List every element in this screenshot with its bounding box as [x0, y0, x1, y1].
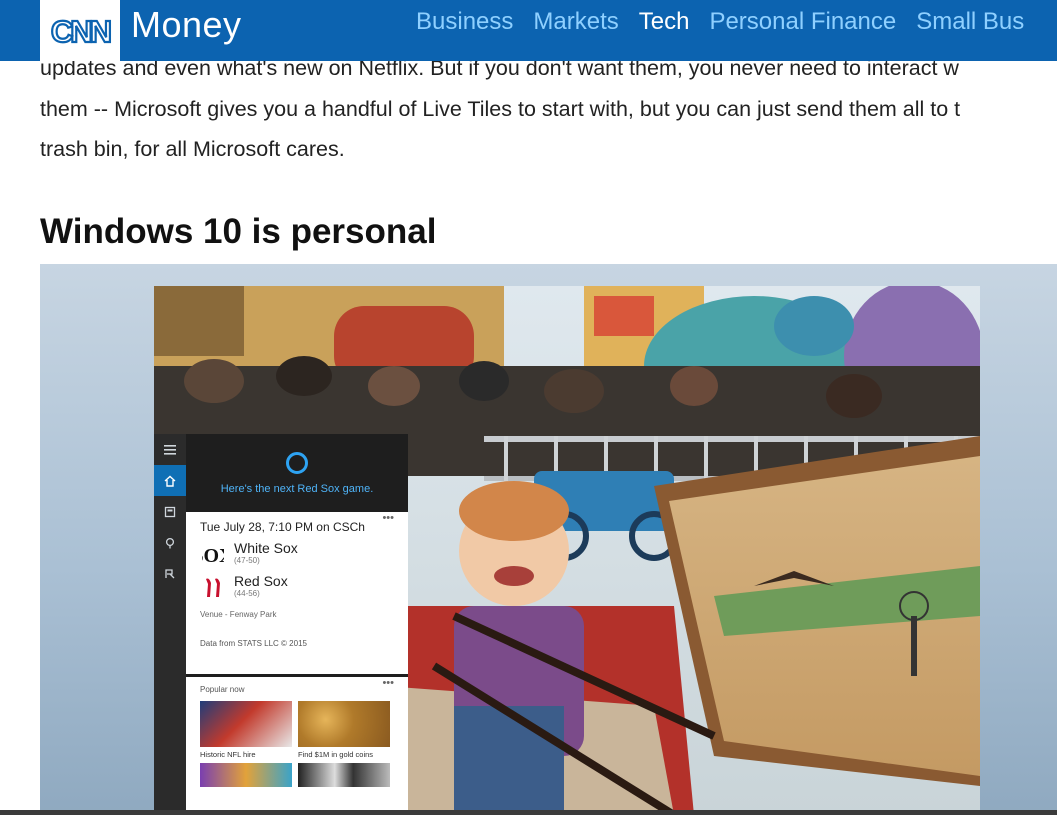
news-tile[interactable]: Find $1M in gold coins [298, 701, 390, 787]
hamburger-icon[interactable] [154, 434, 186, 465]
news-thumbnail [298, 763, 390, 787]
white-sox-logo-icon: SOX [200, 540, 226, 570]
news-caption: Historic NFL hire [200, 750, 256, 759]
paragraph-line: trash bin, for all Microsoft cares. [40, 137, 345, 161]
team-record: (44-56) [234, 589, 260, 598]
site-header: CNN Money Business Markets Tech Personal… [0, 0, 1057, 61]
cnn-logo-mark: CNN [50, 13, 113, 49]
data-credit: Data from STATS LLC © 2015 [200, 639, 307, 648]
cortana-header: Here's the next Red Sox game. [186, 434, 408, 512]
nav-tech[interactable]: Tech [639, 8, 690, 36]
team-logo-text: B [212, 592, 214, 594]
red-sox-logo-icon: B [200, 573, 226, 603]
team-row: B Red Sox (44-56) [200, 573, 398, 603]
cortana-content: Here's the next Red Sox game. ••• Tue Ju… [186, 434, 408, 815]
article-image: Here's the next Red Sox game. ••• Tue Ju… [40, 264, 1057, 815]
cortana-ring-icon [286, 451, 308, 474]
cortana-prompt: Here's the next Red Sox game. [220, 482, 374, 495]
nav-business[interactable]: Business [416, 8, 513, 36]
brand-name[interactable]: Money [131, 4, 242, 46]
home-icon[interactable] [154, 465, 186, 496]
cnn-logo[interactable]: CNN [40, 0, 120, 61]
team-logo-text: SOX [202, 545, 224, 567]
notebook-icon[interactable] [154, 496, 186, 527]
news-thumbnail [200, 701, 292, 747]
team-row: SOX White Sox (47-50) [200, 540, 398, 570]
bottom-divider [0, 810, 1057, 815]
cortana-panel: Here's the next Red Sox game. ••• Tue Ju… [154, 434, 408, 815]
team-name: Red Sox [234, 573, 288, 589]
cnn-logo-text: CNN [51, 14, 111, 49]
feedback-icon[interactable] [154, 558, 186, 589]
game-time: Tue July 28, 7:10 PM on CSCh [200, 520, 365, 534]
team-record: (47-50) [234, 556, 260, 565]
nav-small-business[interactable]: Small Bus [916, 8, 1024, 36]
popular-now-card: ••• Popular now Historic NFL hire Find $… [186, 677, 408, 811]
news-tile[interactable]: Historic NFL hire [200, 701, 292, 787]
paragraph-line: them -- Microsoft gives you a handful of… [40, 96, 961, 121]
more-options-icon[interactable]: ••• [382, 677, 394, 689]
article-paragraph: updates and even what's new on Netflix. … [40, 48, 1057, 170]
popular-tiles: Historic NFL hire Find $1M in gold coins [200, 701, 398, 787]
team-name: White Sox [234, 540, 298, 556]
popular-title: Popular now [200, 685, 245, 694]
game-card[interactable]: ••• Tue July 28, 7:10 PM on CSCh SOX Whi… [186, 512, 408, 674]
news-thumbnail [200, 763, 292, 787]
nav-markets[interactable]: Markets [533, 8, 618, 36]
nav-personal-finance[interactable]: Personal Finance [709, 8, 896, 36]
news-caption: Find $1M in gold coins [298, 750, 374, 759]
game-venue: Venue - Fenway Park [200, 610, 277, 619]
section-heading: Windows 10 is personal [40, 212, 437, 251]
cortana-menu-rail [154, 434, 186, 815]
main-nav: Business Markets Tech Personal Finance S… [416, 8, 1024, 36]
news-thumbnail [298, 701, 390, 747]
more-options-icon[interactable]: ••• [382, 512, 394, 524]
location-icon[interactable] [154, 527, 186, 558]
